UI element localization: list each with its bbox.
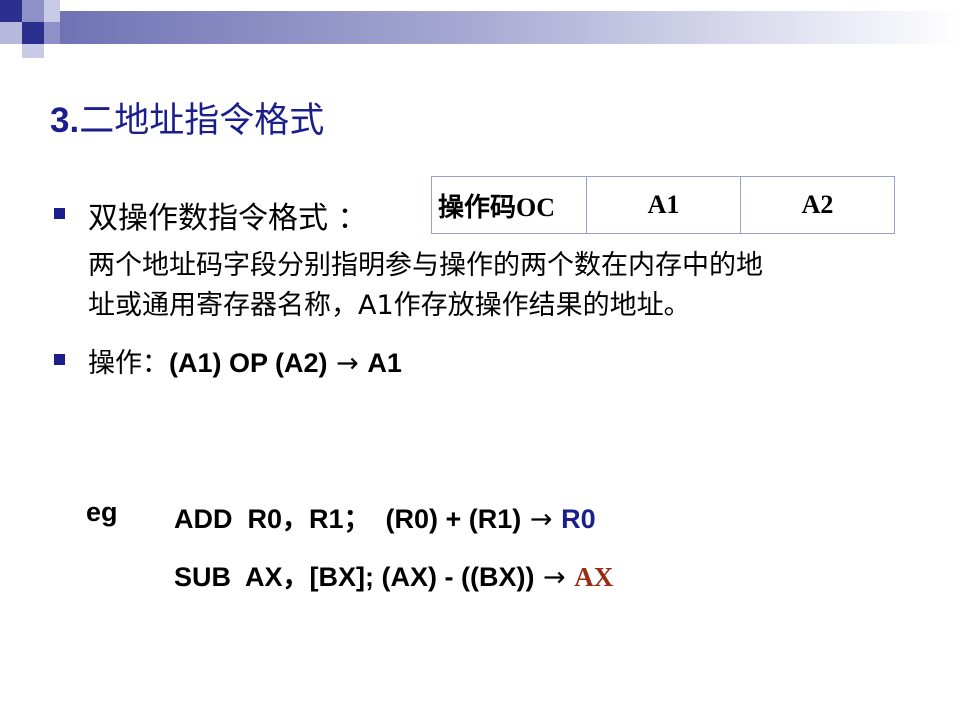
example-row-add: ADD R0，R1； (R0) + (R1) → R0 bbox=[174, 497, 596, 536]
example-sub-instruction: SUB AX，[BX]; (AX) - ((BX)) bbox=[174, 562, 535, 592]
title-number: 3. bbox=[50, 101, 80, 140]
format-cell-a1: A1 bbox=[586, 177, 740, 233]
operation-result: A1 bbox=[367, 348, 402, 378]
slide-title: 3.二地址指令格式 bbox=[50, 92, 324, 143]
deco-square bbox=[0, 22, 22, 44]
example-add-instruction: ADD R0，R1； (R0) + (R1) bbox=[174, 504, 522, 534]
example-row-sub: SUB AX，[BX]; (AX) - ((BX)) → AX bbox=[174, 555, 613, 594]
deco-square bbox=[22, 22, 44, 44]
bullet-1-heading: 双操作数指令格式 ： bbox=[88, 201, 368, 236]
deco-square bbox=[0, 0, 22, 22]
header-gradient-bar bbox=[60, 11, 960, 44]
deco-square bbox=[22, 44, 44, 58]
deco-square bbox=[44, 22, 60, 44]
deco-square bbox=[22, 0, 44, 22]
instruction-format-table: 操作码OC A1 A2 bbox=[431, 176, 895, 234]
bullet-1-line-2: 址或通用寄存器名称，A1作存放操作结果的地址。 bbox=[88, 290, 691, 321]
arrow-icon: → bbox=[543, 562, 566, 593]
operation-expression: (A1) OP (A2) bbox=[169, 348, 328, 378]
format-cell-a2: A2 bbox=[740, 177, 894, 233]
bullet-1-line-1: 两个地址码字段分别指明参与操作的两个数在内存中的地 bbox=[88, 250, 763, 281]
deco-square bbox=[44, 0, 60, 22]
example-label: eg bbox=[86, 497, 118, 527]
example-add-result: R0 bbox=[561, 504, 596, 534]
bullet-marker bbox=[54, 208, 65, 219]
bullet-marker bbox=[54, 354, 65, 365]
title-text: 二地址指令格式 bbox=[79, 101, 325, 141]
format-cell-opcode: 操作码OC bbox=[438, 192, 556, 222]
example-sub-result: AX bbox=[574, 562, 614, 592]
arrow-icon: → bbox=[529, 504, 553, 535]
bullet-2-operation: 操作：(A1) OP (A2) → A1 bbox=[88, 341, 402, 380]
operation-prefix: 操作： bbox=[88, 348, 169, 379]
arrow-icon: → bbox=[336, 348, 359, 379]
